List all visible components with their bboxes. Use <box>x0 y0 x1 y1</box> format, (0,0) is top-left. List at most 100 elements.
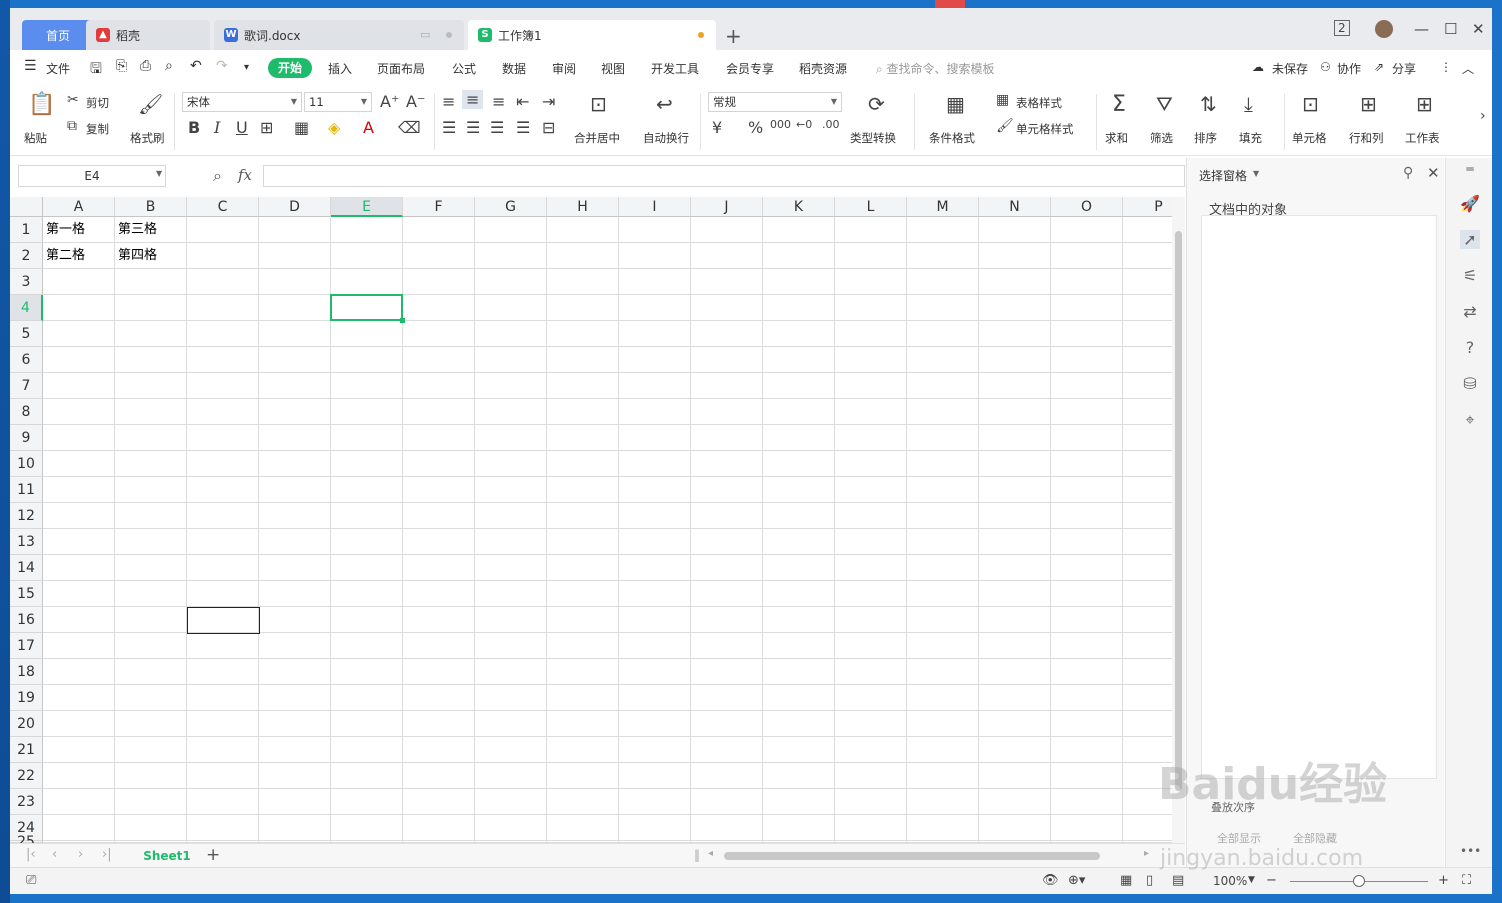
cell-d10[interactable] <box>259 451 331 477</box>
filter-button[interactable]: 筛选 <box>1150 130 1173 146</box>
cell-b22[interactable] <box>115 763 187 789</box>
column-header-k[interactable]: K <box>763 197 835 217</box>
cell-e10[interactable] <box>331 451 403 477</box>
cell-e3[interactable] <box>331 269 403 295</box>
cell-c5[interactable] <box>187 321 259 347</box>
cell-c6[interactable] <box>187 347 259 373</box>
cell-i15[interactable] <box>619 581 691 607</box>
align-right-icon[interactable]: ☰ <box>490 118 504 137</box>
cell-d5[interactable] <box>259 321 331 347</box>
cell-c15[interactable] <box>187 581 259 607</box>
unsaved-status[interactable]: 未保存 <box>1272 60 1308 77</box>
formula-input[interactable] <box>263 165 1185 187</box>
cell-l1[interactable] <box>835 217 907 243</box>
cell-f13[interactable] <box>403 529 475 555</box>
cell-n3[interactable] <box>979 269 1051 295</box>
row-header-11[interactable]: 11 <box>10 477 43 503</box>
scroll-right-icon[interactable]: ▸ <box>1144 848 1149 859</box>
cell-n16[interactable] <box>979 607 1051 633</box>
cell-c20[interactable] <box>187 711 259 737</box>
cell-f3[interactable] <box>403 269 475 295</box>
column-header-f[interactable]: F <box>403 197 475 217</box>
cell-a8[interactable] <box>43 399 115 425</box>
align-center-icon[interactable]: ☰ <box>466 118 480 137</box>
vertical-scroll-thumb[interactable] <box>1175 231 1182 791</box>
cell-m9[interactable] <box>907 425 979 451</box>
cell-n1[interactable] <box>979 217 1051 243</box>
decrease-font-icon[interactable]: A⁻ <box>406 92 425 111</box>
cell-n23[interactable] <box>979 789 1051 815</box>
cell-p12[interactable] <box>1123 503 1172 529</box>
cell-o1[interactable] <box>1051 217 1123 243</box>
cell-p14[interactable] <box>1123 555 1172 581</box>
cell-e16[interactable] <box>331 607 403 633</box>
cell-a2[interactable]: 第二格 <box>43 243 115 269</box>
share-button[interactable]: 分享 <box>1392 60 1416 77</box>
cell-e8[interactable] <box>331 399 403 425</box>
cell-a15[interactable] <box>43 581 115 607</box>
cell-e14[interactable] <box>331 555 403 581</box>
cell-m19[interactable] <box>907 685 979 711</box>
cell-l5[interactable] <box>835 321 907 347</box>
cell-f6[interactable] <box>403 347 475 373</box>
row-header-2[interactable]: 2 <box>10 243 43 269</box>
cell-f19[interactable] <box>403 685 475 711</box>
fullscreen-icon[interactable]: ⛶ <box>1462 873 1471 888</box>
cell-o23[interactable] <box>1051 789 1123 815</box>
cell-a9[interactable] <box>43 425 115 451</box>
column-header-j[interactable]: J <box>691 197 763 217</box>
cell-b12[interactable] <box>115 503 187 529</box>
cell-j10[interactable] <box>691 451 763 477</box>
cell-o15[interactable] <box>1051 581 1123 607</box>
cell-j21[interactable] <box>691 737 763 763</box>
cell-a13[interactable] <box>43 529 115 555</box>
undo-icon[interactable]: ↶ <box>190 58 202 74</box>
cell-c2[interactable] <box>187 243 259 269</box>
cell-b9[interactable] <box>115 425 187 451</box>
cell-d16[interactable] <box>259 607 331 633</box>
cell-p19[interactable] <box>1123 685 1172 711</box>
cell-m12[interactable] <box>907 503 979 529</box>
cell-g17[interactable] <box>475 633 547 659</box>
cell-d6[interactable] <box>259 347 331 373</box>
row-header-20[interactable]: 20 <box>10 711 43 737</box>
font-name-select[interactable]: 宋体 ▼ <box>182 92 302 112</box>
avatar[interactable] <box>1375 20 1393 38</box>
tab-daoke[interactable]: ▲ 稻壳 <box>86 20 210 50</box>
conditional-format-button[interactable]: 条件格式 <box>929 130 975 146</box>
menu-developer[interactable]: 开发工具 <box>651 60 699 77</box>
cell-c24[interactable] <box>187 815 259 841</box>
column-header-b[interactable]: B <box>115 197 187 217</box>
cell-g18[interactable] <box>475 659 547 685</box>
cell-n12[interactable] <box>979 503 1051 529</box>
row-header-4[interactable]: 4 <box>10 295 43 321</box>
cell-a11[interactable] <box>43 477 115 503</box>
cell-i13[interactable] <box>619 529 691 555</box>
cell-l17[interactable] <box>835 633 907 659</box>
cell-j7[interactable] <box>691 373 763 399</box>
cell-k4[interactable] <box>763 295 835 321</box>
cell-b1[interactable]: 第三格 <box>115 217 187 243</box>
cell-l13[interactable] <box>835 529 907 555</box>
indent-decrease-icon[interactable]: ⇤ <box>516 92 529 111</box>
row-header-9[interactable]: 9 <box>10 425 43 451</box>
cell-k12[interactable] <box>763 503 835 529</box>
cell-k23[interactable] <box>763 789 835 815</box>
cell-h15[interactable] <box>547 581 619 607</box>
show-all-button[interactable]: 全部显示 <box>1217 830 1261 846</box>
cell-n14[interactable] <box>979 555 1051 581</box>
cell-l8[interactable] <box>835 399 907 425</box>
cell-j22[interactable] <box>691 763 763 789</box>
cell-k10[interactable] <box>763 451 835 477</box>
cell-g10[interactable] <box>475 451 547 477</box>
cell-o2[interactable] <box>1051 243 1123 269</box>
cell-c18[interactable] <box>187 659 259 685</box>
copy-button[interactable]: 复制 <box>86 121 109 137</box>
cell-d13[interactable] <box>259 529 331 555</box>
cell-m18[interactable] <box>907 659 979 685</box>
cell-p9[interactable] <box>1123 425 1172 451</box>
properties-sliders-icon[interactable]: ⚟ <box>1460 266 1480 285</box>
cell-p18[interactable] <box>1123 659 1172 685</box>
cell-p1[interactable] <box>1123 217 1172 243</box>
tab-workbook[interactable]: S 工作簿1 <box>468 20 716 50</box>
